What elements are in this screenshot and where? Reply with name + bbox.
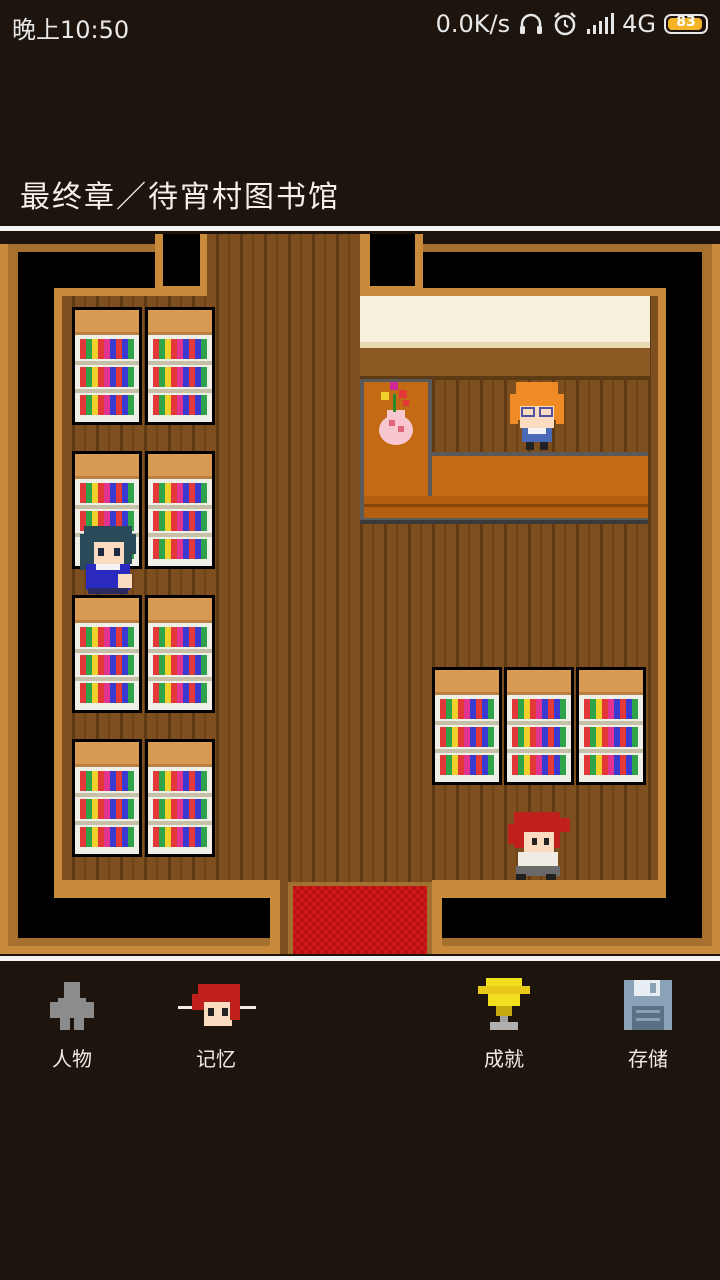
status-bar: 晚上10:50 0.0K/s 4G 83: [0, 0, 720, 52]
bottom-divider: [0, 956, 720, 961]
headphones-icon: [520, 13, 543, 34]
status-time: 晚上10:50: [12, 16, 130, 44]
top-divider: [0, 226, 720, 231]
trophy-icon: [478, 978, 530, 1030]
alarm-icon: [554, 12, 577, 36]
menu-memories-label: 记忆: [196, 1047, 236, 1071]
menu-achievements[interactable]: 成就: [449, 974, 559, 1072]
bottom-menu: 人物 记忆 成就 存储: [0, 966, 720, 1076]
save-disk-icon: [624, 980, 672, 1030]
signal-icon: [587, 13, 615, 34]
battery-level: 83: [676, 14, 696, 30]
battery-icon: 83: [664, 14, 708, 34]
memory-portrait-icon: [178, 984, 256, 1026]
blue-haired-character[interactable]: [80, 526, 136, 594]
menu-save[interactable]: 存储: [593, 974, 703, 1072]
game-map[interactable]: [0, 234, 720, 954]
chapter-title: 最终章／待宵村图书馆: [20, 180, 340, 215]
network-speed: 0.0K/s: [435, 10, 511, 38]
status-right: 0.0K/s 4G 83: [436, 10, 708, 38]
character-icon: [50, 982, 94, 1030]
library-room: [0, 234, 720, 954]
menu-save-label: 存储: [628, 1047, 668, 1071]
network-type: 4G: [622, 10, 656, 38]
menu-achievements-label: 成就: [484, 1047, 524, 1071]
menu-memories[interactable]: 记忆: [161, 974, 271, 1072]
menu-characters-label: 人物: [52, 1047, 92, 1071]
menu-characters[interactable]: 人物: [17, 974, 127, 1072]
